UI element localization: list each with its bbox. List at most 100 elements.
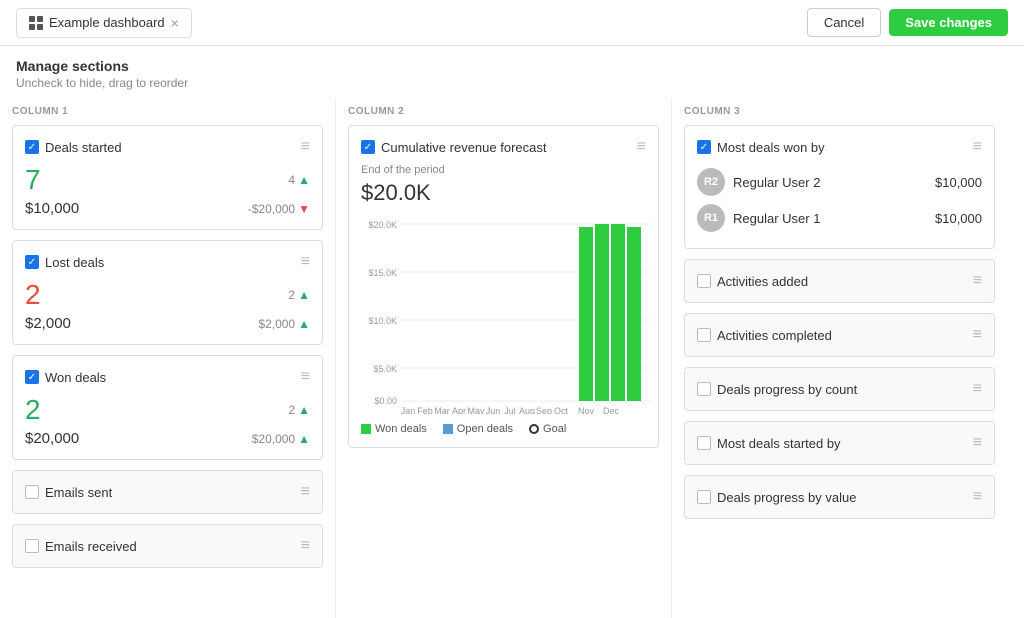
revenue-forecast-checkbox[interactable]: ✓ [361,140,375,154]
emails-sent-title-group: Emails sent [25,485,112,500]
svg-text:Jan: Jan [401,406,416,414]
emails-sent-checkbox[interactable] [25,485,39,499]
most-deals-started-header: Most deals started by ≡ [697,434,982,452]
topbar-left: Example dashboard × [16,8,192,38]
lost-deals-sub: $2,000 [25,315,71,332]
won-deals-header: ✓ Won deals ≡ [25,368,310,386]
activities-added-header: Activities added ≡ [697,272,982,290]
most-deals-won-drag-handle[interactable]: ≡ [973,138,982,156]
most-deals-started-title-group: Most deals started by [697,436,841,451]
user-row-1: R2 Regular User 2 $10,000 [697,164,982,200]
deals-progress-value-drag-handle[interactable]: ≡ [973,488,982,506]
lost-deals-right-bottom: $2,000 ▲ [258,317,310,331]
topbar: Example dashboard × Cancel Save changes [0,0,1024,46]
activities-completed-checkbox[interactable] [697,328,711,342]
lost-deals-drag-handle[interactable]: ≡ [301,253,310,271]
deals-progress-count-header: Deals progress by count ≡ [697,380,982,398]
widget-deals-progress-value: Deals progress by value ≡ [684,475,995,519]
legend-won-label: Won deals [375,423,427,435]
user-row-2: R1 Regular User 1 $10,000 [697,200,982,236]
deals-started-drag-handle[interactable]: ≡ [301,138,310,156]
lost-deals-stats: 2 2 ▲ [25,279,310,311]
col2-header: COLUMN 2 [348,106,659,117]
activities-added-drag-handle[interactable]: ≡ [973,272,982,290]
bar-sep [579,227,593,401]
svg-text:$0.00: $0.00 [374,396,397,406]
deals-started-right-top: 4 ▲ [288,173,310,187]
revenue-chart-svg: $20.0K $15.0K $10.0K $5.0K $0.00 [361,214,656,414]
won-deals-stats: 2 2 ▲ [25,394,310,426]
activities-completed-header: Activities completed ≡ [697,326,982,344]
won-deals-title-group: ✓ Won deals [25,370,106,385]
widget-activities-added: Activities added ≡ [684,259,995,303]
won-deals-main-stat: 2 [25,394,41,426]
svg-text:Jul: Jul [504,406,516,414]
emails-sent-header: Emails sent ≡ [25,483,310,501]
user1-amount: $10,000 [935,175,982,190]
revenue-forecast-title-group: ✓ Cumulative revenue forecast [361,140,546,155]
activities-added-checkbox[interactable] [697,274,711,288]
deals-started-header: ✓ Deals started ≡ [25,138,310,156]
deals-started-right-bottom: -$20,000 ▼ [248,202,310,216]
deals-started-main-stat: 7 [25,164,41,196]
revenue-forecast-header: ✓ Cumulative revenue forecast ≡ [361,138,646,156]
deals-progress-count-checkbox[interactable] [697,382,711,396]
user2-info: R1 Regular User 1 [697,204,820,232]
manage-header: Manage sections Uncheck to hide, drag to… [0,46,1024,98]
most-deals-won-label: Most deals won by [717,140,825,155]
lost-deals-main-stat: 2 [25,279,41,311]
deals-started-label: Deals started [45,140,122,155]
most-deals-started-drag-handle[interactable]: ≡ [973,434,982,452]
close-tab-icon[interactable]: × [171,15,179,31]
won-deals-right-bottom: $20,000 ▲ [252,432,310,446]
column-1: COLUMN 1 ✓ Deals started ≡ 7 4 ▲ $10,000… [0,98,335,618]
most-deals-won-checkbox[interactable]: ✓ [697,140,711,154]
user2-amount: $10,000 [935,211,982,226]
user1-avatar: R2 [697,168,725,196]
deals-progress-count-title-group: Deals progress by count [697,382,857,397]
widget-activities-completed: Activities completed ≡ [684,313,995,357]
won-deals-right-top: 2 ▲ [288,403,310,417]
chart-period-label: End of the period [361,164,646,176]
cancel-button[interactable]: Cancel [807,8,881,37]
manage-title: Manage sections [16,58,1008,74]
save-button[interactable]: Save changes [889,9,1008,36]
widget-most-deals-started: Most deals started by ≡ [684,421,995,465]
arrow-up-icon-2: ▲ [298,288,310,302]
widget-revenue-forecast: ✓ Cumulative revenue forecast ≡ End of t… [348,125,659,448]
deals-started-title-group: ✓ Deals started [25,140,122,155]
main-content: COLUMN 1 ✓ Deals started ≡ 7 4 ▲ $10,000… [0,98,1024,618]
activities-completed-drag-handle[interactable]: ≡ [973,326,982,344]
most-deals-won-title-group: ✓ Most deals won by [697,140,825,155]
lost-deals-label: Lost deals [45,255,104,270]
won-deals-drag-handle[interactable]: ≡ [301,368,310,386]
emails-sent-drag-handle[interactable]: ≡ [301,483,310,501]
lost-deals-checkbox[interactable]: ✓ [25,255,39,269]
emails-received-checkbox[interactable] [25,539,39,553]
deals-progress-value-checkbox[interactable] [697,490,711,504]
user2-avatar: R1 [697,204,725,232]
revenue-forecast-drag-handle[interactable]: ≡ [637,138,646,156]
activities-completed-label: Activities completed [717,328,832,343]
won-deals-checkbox[interactable]: ✓ [25,370,39,384]
most-deals-started-label: Most deals started by [717,436,841,451]
lost-deals-title-group: ✓ Lost deals [25,255,104,270]
arrow-up-icon-5: ▲ [298,432,310,446]
deals-progress-count-drag-handle[interactable]: ≡ [973,380,982,398]
most-deals-started-checkbox[interactable] [697,436,711,450]
topbar-right: Cancel Save changes [807,8,1008,37]
deals-started-checkbox[interactable]: ✓ [25,140,39,154]
revenue-forecast-label: Cumulative revenue forecast [381,140,546,155]
legend-goal-label: Goal [543,423,566,435]
user1-name: Regular User 2 [733,175,820,190]
activities-added-label: Activities added [717,274,808,289]
col3-header: COLUMN 3 [684,106,995,117]
emails-received-label: Emails received [45,539,137,554]
legend-open-label: Open deals [457,423,513,435]
widget-emails-sent: Emails sent ≡ [12,470,323,514]
svg-text:Oct: Oct [554,406,569,414]
dashboard-tab[interactable]: Example dashboard × [16,8,192,38]
svg-text:Feb: Feb [417,406,433,414]
emails-received-drag-handle[interactable]: ≡ [301,537,310,555]
arrow-up-icon-4: ▲ [298,403,310,417]
